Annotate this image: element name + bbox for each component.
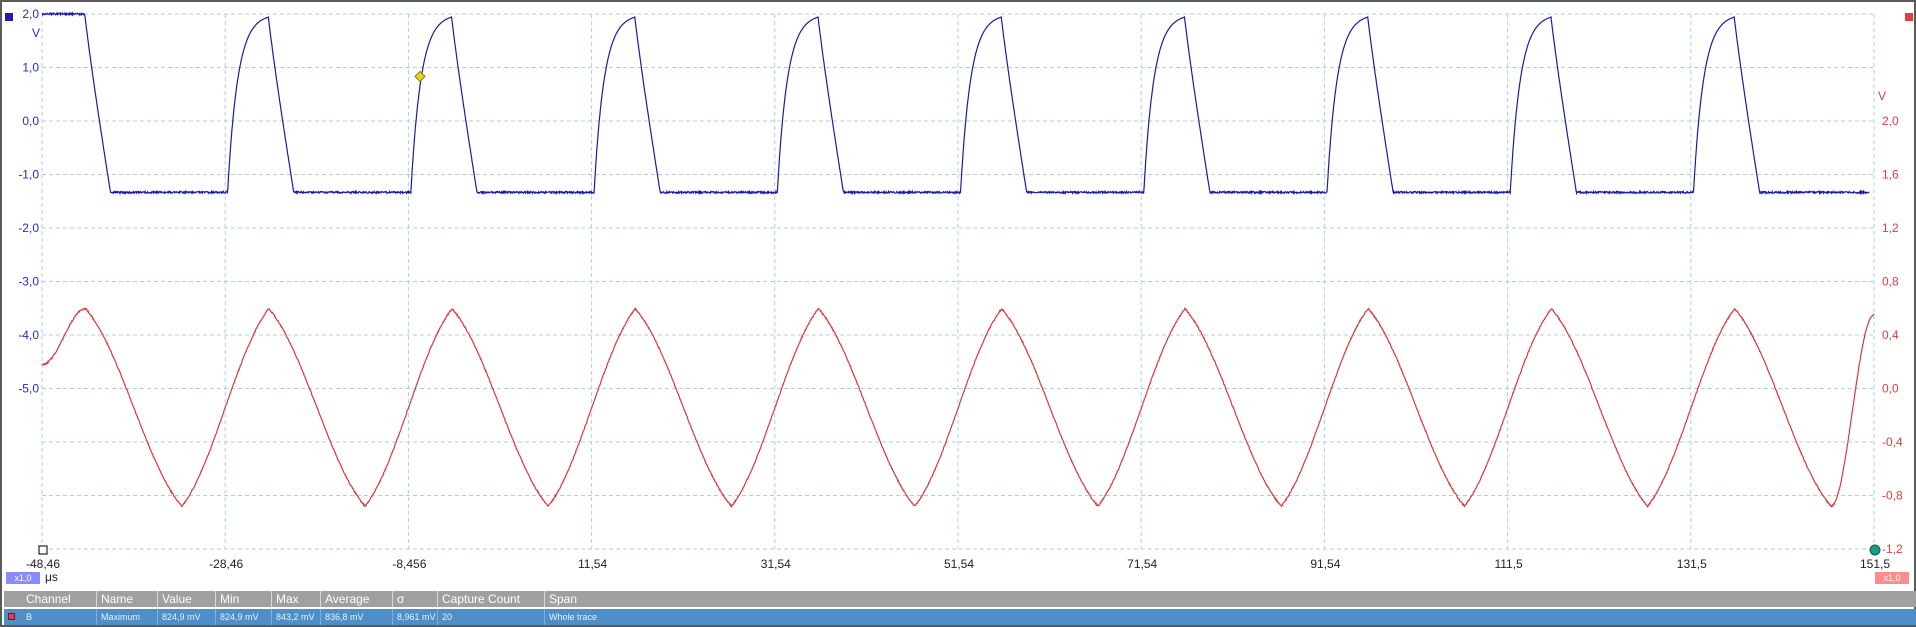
col-name[interactable]: Name [96, 591, 157, 607]
channel-b-color-icon [8, 613, 15, 620]
col-min[interactable]: Min [215, 591, 271, 607]
row-span: Whole trace [544, 609, 844, 625]
right-scale-chip[interactable]: x1,0 [1875, 572, 1909, 584]
col-capture-count[interactable]: Capture Count [437, 591, 544, 607]
channel-a-color-icon [5, 13, 13, 21]
ruler-handle-right-icon [1870, 545, 1880, 555]
ruler-handle-left-icon [39, 546, 47, 554]
x-scale-chip[interactable]: x1,0 [6, 572, 40, 584]
row-name: Maximum [96, 609, 157, 625]
left-tick-label: 2,0 [22, 7, 39, 21]
right-unit-label: V [1878, 89, 1886, 103]
markers [39, 71, 1880, 555]
col-max[interactable]: Max [271, 591, 320, 607]
x-tick-label: 111,5 [1494, 557, 1523, 571]
x-tick-label: 31,54 [761, 557, 791, 571]
col-average[interactable]: Average [320, 591, 392, 607]
right-tick-label: 0,8 [1882, 275, 1899, 289]
left-tick-label: -5,0 [18, 382, 39, 396]
left-tick-label: -4,0 [18, 328, 39, 342]
col-value[interactable]: Value [157, 591, 215, 607]
left-axis: 2,0 1,0 0,0 -1,0 -2,0 -3,0 -4,0 -5,0 V [5, 7, 40, 396]
row-value: 824,9 mV [157, 609, 215, 625]
col-channel[interactable]: Channel [22, 591, 96, 607]
right-tick-label: 1,2 [1882, 221, 1899, 235]
right-tick-label: -1,2 [1882, 542, 1903, 556]
right-tick-label: -0,4 [1882, 435, 1903, 449]
row-channel: B [22, 609, 96, 625]
right-tick-label: 1,6 [1882, 168, 1899, 182]
x-axis: -48,46 -28,46 -8,456 11,54 31,54 51,54 71,54 91… [26, 557, 1890, 571]
x-tick-label: -8,456 [392, 557, 426, 571]
right-tick-label: 0,0 [1882, 382, 1899, 396]
col-span[interactable]: Span [544, 591, 844, 607]
row-min: 824,9 mV [215, 609, 271, 625]
left-unit-label: V [32, 26, 40, 40]
measurement-row[interactable]: B Maximum 824,9 mV 824,9 mV 843,2 mV 836… [4, 609, 1916, 625]
left-tick-label: -2,0 [18, 221, 39, 235]
x-tick-label: -48,46 [26, 557, 60, 571]
left-tick-label: -1,0 [18, 168, 39, 182]
x-tick-label: 11,54 [578, 557, 607, 571]
right-tick-label: 2,0 [1882, 114, 1899, 128]
left-tick-label: 1,0 [22, 61, 39, 75]
x-tick-label: 131,5 [1677, 557, 1707, 571]
col-sigma[interactable]: σ [392, 591, 437, 607]
x-tick-label: 151,5 [1860, 557, 1890, 571]
x-tick-label: 91,54 [1310, 557, 1340, 571]
row-sigma: 8,961 mV [392, 609, 437, 625]
left-tick-label: -3,0 [18, 275, 39, 289]
right-axis: 2,0 1,6 1,2 0,8 0,4 0,0 -0,4 -0,8 -1,2 V [1878, 13, 1913, 556]
row-average: 836,8 mV [320, 609, 392, 625]
channel-b-color-icon [1905, 13, 1913, 21]
x-tick-label: 51,54 [944, 557, 974, 571]
channel-a-trace [42, 13, 1869, 193]
scope-window: 2,0 1,0 0,0 -1,0 -2,0 -3,0 -4,0 -5,0 V 2,0 1,6 1,2… [0, 0, 1916, 627]
right-tick-label: 0,4 [1882, 328, 1899, 342]
row-capture-count: 20 [437, 609, 544, 625]
left-tick-label: 0,0 [22, 114, 39, 128]
trigger-marker-icon [415, 71, 425, 81]
measurements-table: Channel Name Value Min Max Average σ Cap… [4, 591, 1916, 625]
grid [42, 14, 1874, 549]
x-tick-label: 71,54 [1127, 557, 1157, 571]
measurements-header: Channel Name Value Min Max Average σ Cap… [4, 591, 1916, 607]
oscilloscope-view[interactable]: 2,0 1,0 0,0 -1,0 -2,0 -3,0 -4,0 -5,0 V 2,0 1,6 1,2… [2, 2, 1914, 625]
row-max: 843,2 mV [271, 609, 320, 625]
x-unit-label: μs [45, 570, 58, 584]
x-tick-label: -28,46 [209, 557, 243, 571]
right-tick-label: -0,8 [1882, 489, 1903, 503]
